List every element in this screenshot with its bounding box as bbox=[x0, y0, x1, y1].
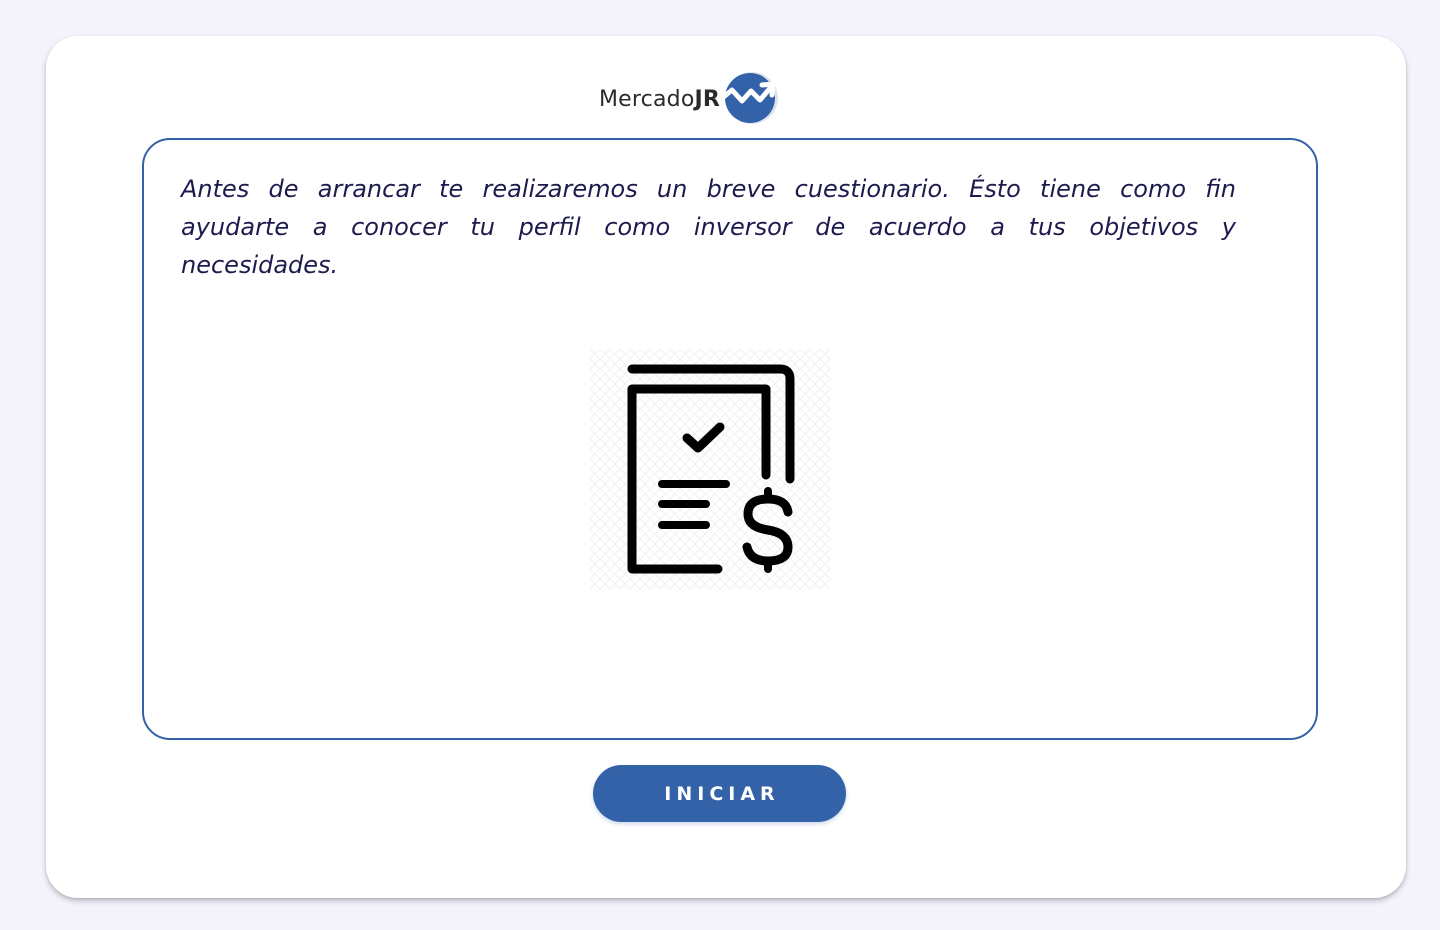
questionnaire-intro-card: MercadoJR Antes de arrancar te realizare… bbox=[46, 36, 1406, 898]
financial-document-checklist-icon bbox=[590, 349, 830, 589]
trend-up-arrow-circle-icon bbox=[718, 72, 779, 124]
brand-name-regular: Mercado bbox=[599, 86, 695, 112]
start-button[interactable]: INICIAR bbox=[593, 765, 846, 822]
brand-logo: MercadoJR bbox=[599, 72, 780, 124]
brand-name-bold: JR bbox=[694, 86, 721, 112]
intro-text: Antes de arrancar te realizaremos un bre… bbox=[181, 175, 1236, 279]
intro-panel: Antes de arrancar te realizaremos un bre… bbox=[142, 138, 1318, 740]
brand-name: MercadoJR bbox=[599, 87, 720, 112]
